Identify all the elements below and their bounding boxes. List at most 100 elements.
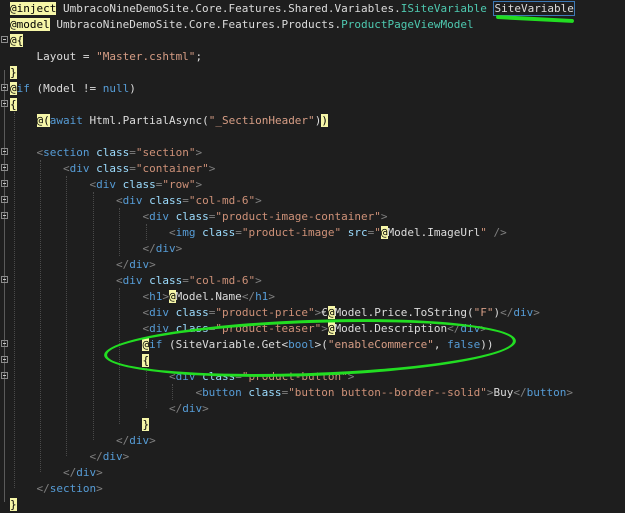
code-token: @ <box>380 226 388 239</box>
code-token: (Model != <box>29 82 103 95</box>
code-line[interactable]: <div class="product-image-container"> <box>0 209 625 225</box>
code-token: Html.PartialAsync( <box>82 114 209 127</box>
code-line[interactable]: </div> <box>0 257 625 273</box>
code-token: await <box>49 114 83 127</box>
code-token: button <box>526 386 567 399</box>
code-token: > <box>208 162 216 175</box>
fold-toggle-icon[interactable] <box>1 372 8 379</box>
code-token: Model.Price.ToString( <box>334 306 474 319</box>
fold-toggle-icon[interactable] <box>1 84 8 91</box>
code-token: = <box>182 194 189 207</box>
code-line[interactable]: </div> <box>0 465 625 481</box>
code-token: "col-md-6" <box>188 274 256 287</box>
code-token: div <box>76 466 97 479</box>
code-token: section <box>43 146 90 159</box>
code-token: class <box>89 146 130 159</box>
code-line[interactable]: @inject UmbracoNineDemoSite.Core.Feature… <box>0 1 625 17</box>
code-line[interactable]: </div> <box>0 241 625 257</box>
code-line[interactable]: <div class="product-price">€@Model.Price… <box>0 305 625 321</box>
code-token: </ <box>168 402 183 415</box>
fold-toggle-icon[interactable] <box>1 340 8 347</box>
code-token: div <box>149 210 169 223</box>
code-token: " <box>374 226 381 239</box>
code-token: class <box>168 306 209 319</box>
code-editor[interactable]: @inject UmbracoNineDemoSite.Core.Feature… <box>0 0 625 511</box>
code-text: <button class="button button--border--so… <box>10 386 573 400</box>
code-line[interactable]: Layout = "Master.cshtml"; <box>0 49 625 65</box>
code-text: <section class="section"> <box>10 146 203 160</box>
code-line[interactable] <box>0 129 625 145</box>
code-token: Layout = <box>10 50 97 63</box>
code-token: ) <box>129 82 136 95</box>
code-token: = <box>129 162 136 175</box>
code-token: > <box>268 290 275 303</box>
code-token: </ <box>241 290 256 303</box>
code-line[interactable]: <h1>@Model.Name</h1> <box>0 289 625 305</box>
code-token: { <box>10 98 17 111</box>
code-line[interactable]: </div> <box>0 433 625 449</box>
code-line[interactable]: <div class="row"> <box>0 177 625 193</box>
fold-toggle-icon[interactable] <box>1 148 8 155</box>
fold-toggle-icon[interactable] <box>1 212 8 219</box>
fold-toggle-icon[interactable] <box>1 196 8 203</box>
code-token: "row" <box>162 178 196 191</box>
code-text: </div> <box>10 450 129 464</box>
code-token: "col-md-6" <box>188 194 256 207</box>
code-token: </ <box>115 258 130 271</box>
code-line[interactable]: <button class="button button--border--so… <box>0 385 625 401</box>
code-text: </div> <box>10 402 209 416</box>
code-token: img <box>175 226 196 239</box>
code-text: <div class="col-md-6"> <box>10 194 262 208</box>
code-token: ISiteVariable <box>400 2 487 15</box>
code-line[interactable]: <div class="container"> <box>0 161 625 177</box>
code-token: div <box>69 162 90 175</box>
code-line[interactable]: @{ <box>0 33 625 49</box>
code-token: @ <box>327 306 335 319</box>
code-text: @inject UmbracoNineDemoSite.Core.Feature… <box>10 1 575 16</box>
code-token: class <box>115 178 156 191</box>
code-line[interactable]: { <box>0 97 625 113</box>
code-line[interactable]: <img class="product-image" src="@Model.I… <box>0 225 625 241</box>
fold-toggle-icon[interactable] <box>1 356 8 363</box>
code-line[interactable]: <div class="col-md-6"> <box>0 193 625 209</box>
code-text: <img class="product-image" src="@Model.I… <box>10 226 507 240</box>
code-line[interactable]: </div> <box>0 449 625 465</box>
fold-toggle-icon[interactable] <box>1 276 8 283</box>
code-text: <div class="product-image-container"> <box>10 210 387 224</box>
code-text: </section> <box>10 482 103 496</box>
code-line[interactable]: } <box>0 417 625 433</box>
code-line[interactable]: <div class="col-md-6"> <box>0 273 625 289</box>
code-token: src <box>341 226 368 239</box>
code-token: > <box>175 242 183 255</box>
code-token: "section" <box>135 146 196 159</box>
code-token: UmbracoNineDemoSite.Core.Features.Produc… <box>49 18 342 31</box>
code-token: class <box>142 194 183 207</box>
code-text: <div class="row"> <box>10 178 202 192</box>
code-line[interactable]: } <box>0 65 625 81</box>
code-token: > <box>195 146 203 159</box>
code-token: Buy <box>493 386 514 399</box>
code-line[interactable]: @if (Model != null) <box>0 81 625 97</box>
fold-toggle-icon[interactable] <box>1 180 8 187</box>
code-text: @(await Html.PartialAsync("_SectionHeade… <box>10 114 328 128</box>
fold-toggle-icon[interactable] <box>1 100 8 107</box>
code-line[interactable]: </div> <box>0 401 625 417</box>
code-token: > <box>96 466 103 479</box>
fold-toggle-icon[interactable] <box>1 36 8 43</box>
code-line[interactable]: @(await Html.PartialAsync("_SectionHeade… <box>0 113 625 129</box>
code-token: > <box>96 482 103 495</box>
code-token: "button button--border--solid" <box>288 386 487 399</box>
code-line[interactable]: } <box>0 497 625 513</box>
code-line[interactable]: </section> <box>0 481 625 497</box>
code-line[interactable]: <section class="section"> <box>0 145 625 161</box>
code-token: button <box>202 386 242 399</box>
code-token: > <box>122 450 130 463</box>
fold-toggle-icon[interactable] <box>1 164 8 171</box>
